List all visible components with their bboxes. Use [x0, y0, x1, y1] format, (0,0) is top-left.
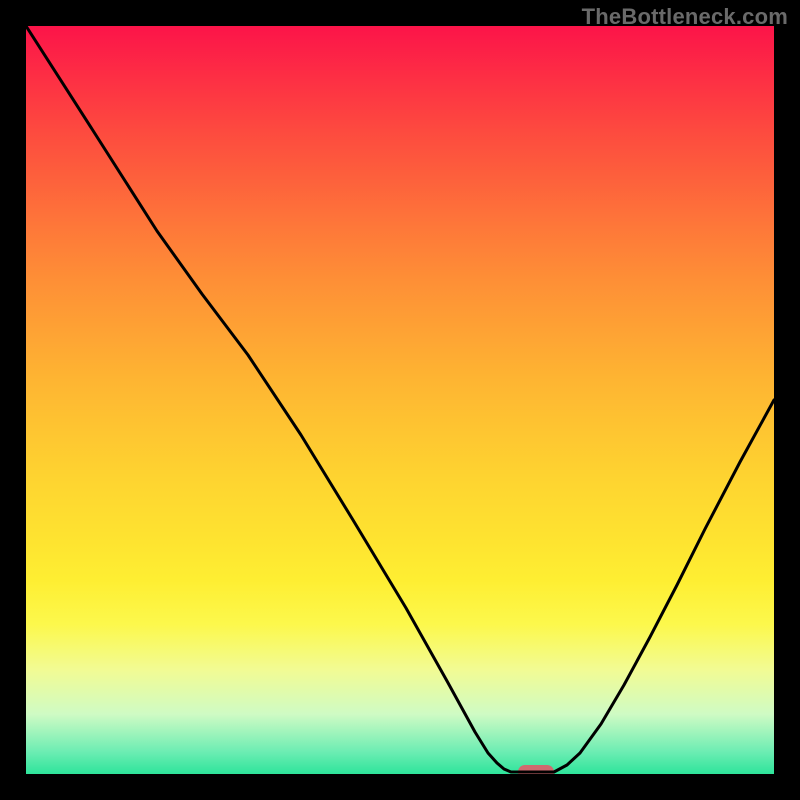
watermark-text: TheBottleneck.com — [582, 4, 788, 30]
plot-area — [26, 26, 774, 774]
chart-frame: TheBottleneck.com — [0, 0, 800, 800]
curve-layer — [26, 26, 774, 774]
bottleneck-curve — [26, 26, 774, 772]
